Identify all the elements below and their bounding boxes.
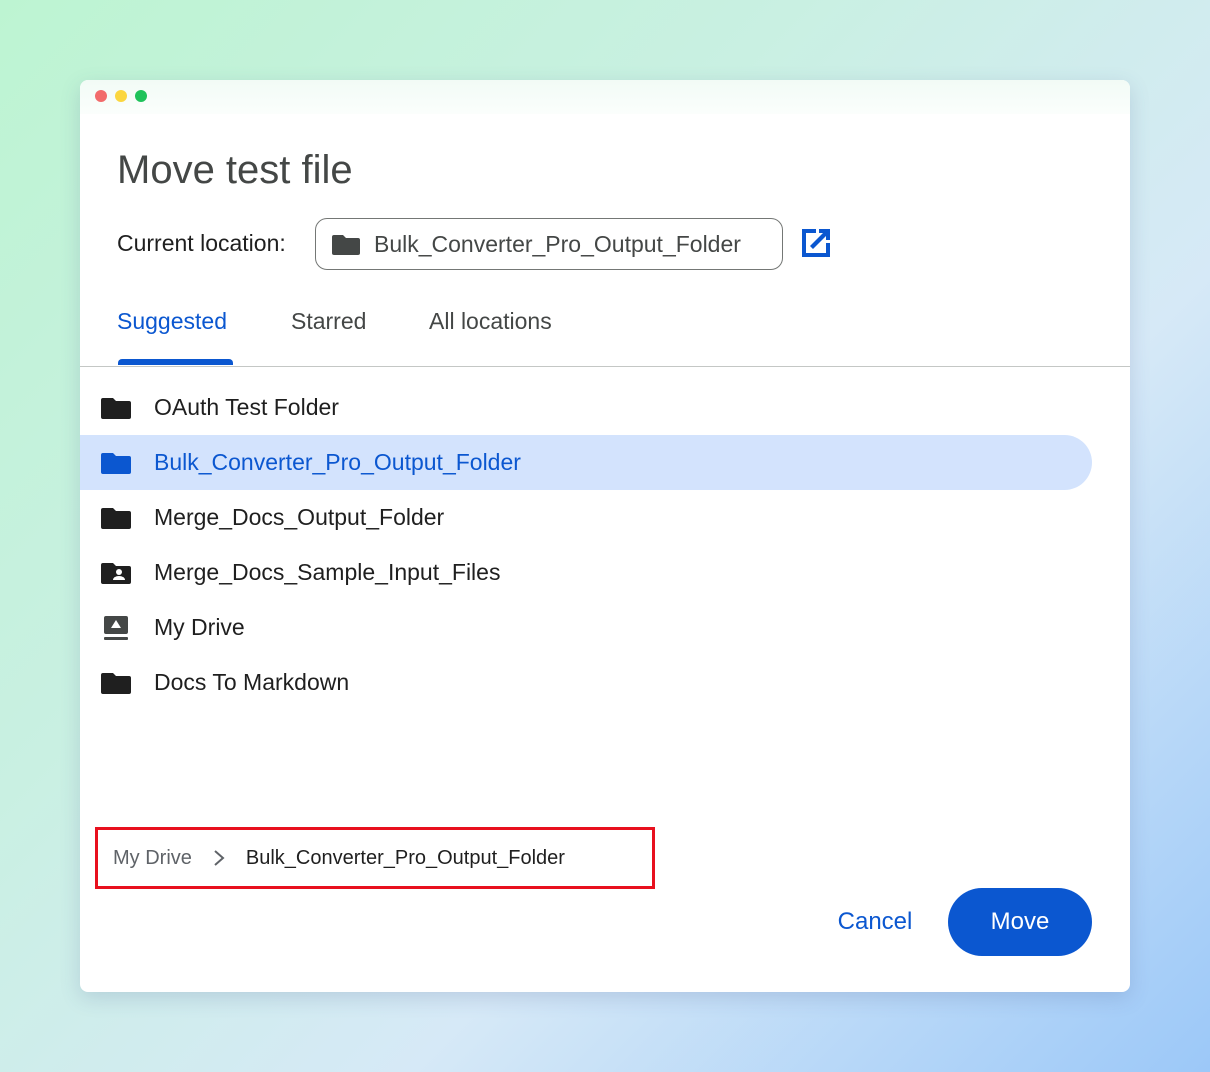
list-item[interactable]: Merge_Docs_Output_Folder: [80, 490, 1092, 545]
list-item[interactable]: My Drive: [80, 600, 1092, 655]
close-window-button[interactable]: [95, 90, 107, 102]
current-location-value: Bulk_Converter_Pro_Output_Folder: [374, 230, 741, 257]
breadcrumb-current: Bulk_Converter_Pro_Output_Folder: [245, 846, 565, 869]
breadcrumb: My Drive Bulk_Converter_Pro_Output_Folde…: [95, 827, 655, 889]
folder-icon: [101, 672, 131, 694]
list-item[interactable]: Merge_Docs_Sample_Input_Files: [80, 545, 1092, 600]
list-item[interactable]: Docs To Markdown: [80, 655, 1092, 710]
tab-all-locations[interactable]: All locations: [429, 308, 552, 335]
list-item-label: My Drive: [154, 614, 245, 640]
folder-icon: [332, 235, 360, 255]
window-titlebar: [80, 80, 1130, 114]
list-item-selected[interactable]: Bulk_Converter_Pro_Output_Folder: [80, 435, 1092, 490]
folder-list: OAuth Test Folder Bulk_Converter_Pro_Out…: [80, 380, 1130, 710]
list-item[interactable]: OAuth Test Folder: [80, 380, 1092, 435]
drive-icon: [104, 615, 128, 640]
move-button[interactable]: Move: [948, 888, 1092, 956]
move-dialog-window: Move test file Current location: Bulk_Co…: [80, 80, 1130, 992]
list-item-label: Merge_Docs_Output_Folder: [154, 504, 445, 530]
maximize-window-button[interactable]: [135, 90, 147, 102]
list-item-label: Bulk_Converter_Pro_Output_Folder: [154, 449, 521, 475]
folder-icon: [101, 397, 131, 419]
active-tab-indicator: [118, 359, 233, 365]
open-in-new-icon[interactable]: [798, 225, 834, 261]
location-tabs: Suggested Starred All locations: [80, 300, 1130, 367]
shared-folder-icon: [101, 562, 131, 584]
folder-icon: [101, 452, 131, 474]
minimize-window-button[interactable]: [115, 90, 127, 102]
tab-suggested[interactable]: Suggested: [117, 308, 227, 335]
list-item-label: OAuth Test Folder: [154, 394, 339, 420]
dialog-title: Move test file: [117, 148, 353, 192]
breadcrumb-root[interactable]: My Drive: [113, 847, 192, 870]
cancel-button[interactable]: Cancel: [820, 888, 930, 956]
folder-icon: [101, 507, 131, 529]
tab-starred[interactable]: Starred: [291, 308, 366, 335]
list-item-label: Merge_Docs_Sample_Input_Files: [154, 559, 501, 585]
current-location-field[interactable]: Bulk_Converter_Pro_Output_Folder: [315, 218, 783, 270]
chevron-right-icon: [214, 850, 225, 866]
list-item-label: Docs To Markdown: [154, 669, 350, 695]
current-location-label: Current location:: [117, 230, 286, 256]
